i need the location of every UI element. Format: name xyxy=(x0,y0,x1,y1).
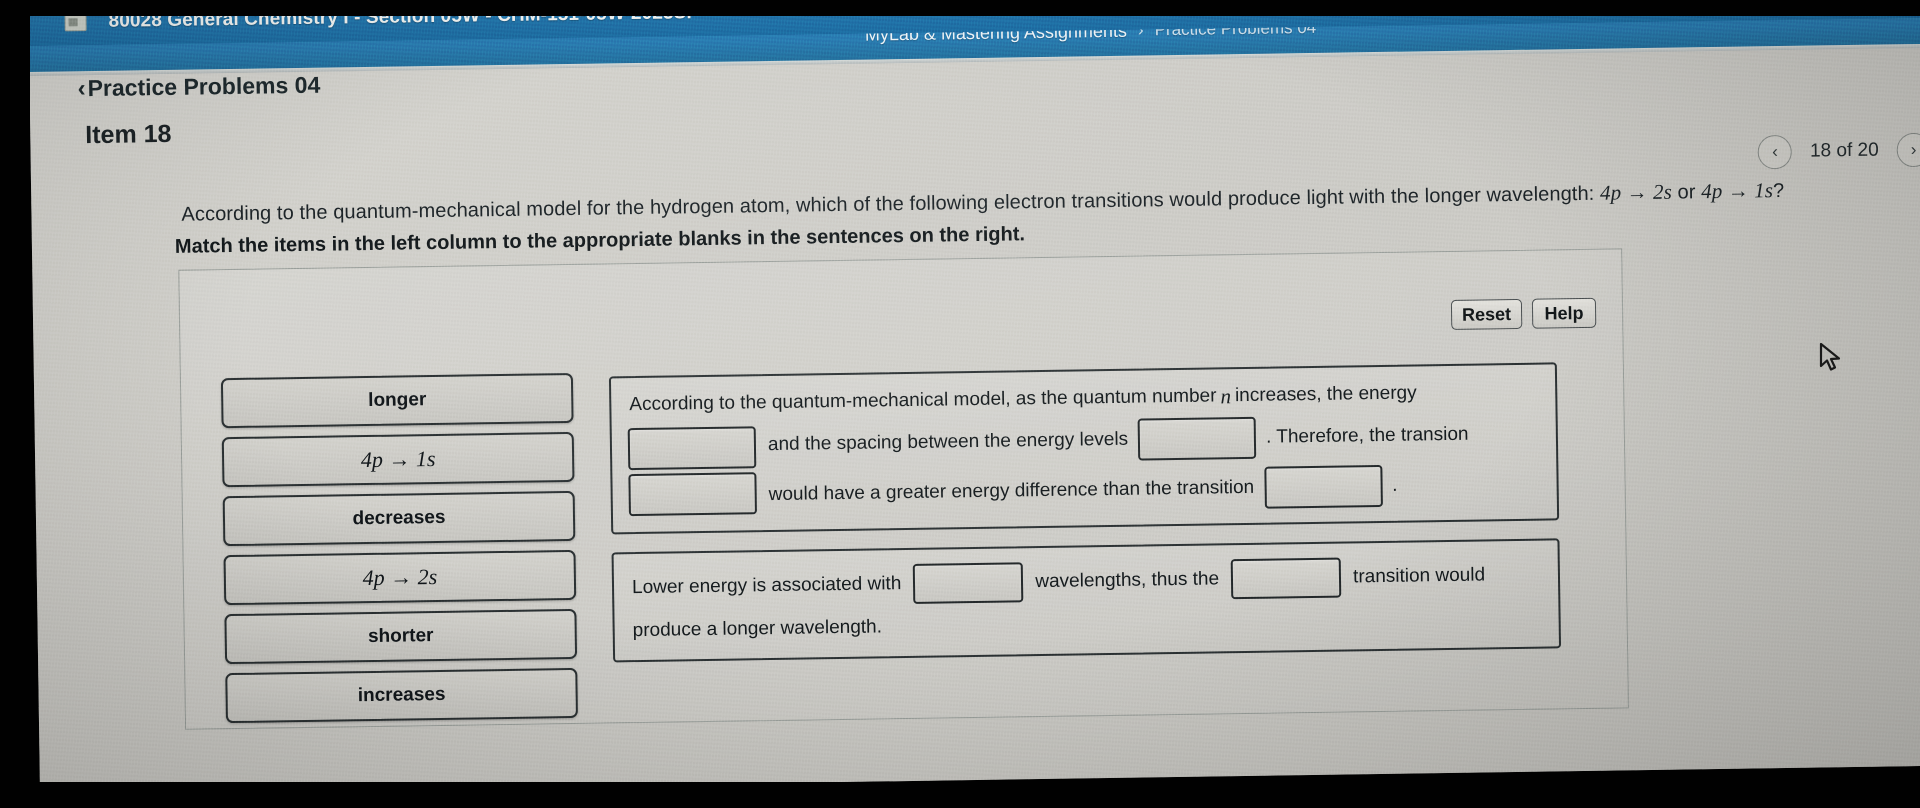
sentence-line: produce a longer wavelength. xyxy=(630,603,1542,647)
sentence-text: and the spacing between the energy level… xyxy=(767,428,1129,456)
drag-item-bank: longer 4p → 1s decreases 4p → 2s shorter… xyxy=(220,372,578,732)
sentence-line: and the spacing between the energy level… xyxy=(627,413,1541,519)
drag-item[interactable]: shorter xyxy=(224,608,578,665)
drag-item[interactable]: 4p → 2s xyxy=(223,549,577,606)
sentence-box-1: According to the quantum-mechanical mode… xyxy=(608,362,1560,535)
help-button[interactable]: Help xyxy=(1531,297,1597,329)
sentence-text: produce a longer wavelength. xyxy=(632,616,883,642)
page-title: Item 18 xyxy=(85,119,172,150)
drag-item[interactable]: longer xyxy=(220,372,574,429)
sentence-panels: According to the quantum-mechanical mode… xyxy=(608,362,1562,680)
question-prompt: According to the quantum-mechanical mode… xyxy=(181,178,1784,227)
transition-b: 4p → 1s xyxy=(1701,178,1774,204)
drop-zone[interactable] xyxy=(1263,464,1383,509)
chevron-left-icon: ‹ xyxy=(77,74,86,102)
sentence-text: According to the quantum-mechanical mode… xyxy=(629,385,1217,416)
sentence-line: Lower energy is associated with waveleng… xyxy=(630,553,1543,611)
back-to-assignment-link[interactable]: ‹ Practice Problems 04 xyxy=(77,72,320,103)
drag-item[interactable]: 4p → 1s xyxy=(221,431,575,488)
question-mark: ? xyxy=(1772,179,1785,203)
item-pager: ‹ 18 of 20 › xyxy=(1757,132,1920,170)
photo-frame: 80028 General Chemistry I - Section 05W … xyxy=(0,0,1920,808)
page-body: ‹ Practice Problems 04 Item 18 ‹ 18 of 2… xyxy=(29,47,1920,794)
exercise-toolbar: Reset Help xyxy=(1450,297,1597,330)
transition-a: 4p → 2s xyxy=(1599,179,1673,205)
sentence-text: . xyxy=(1391,474,1398,496)
stacked-drop-zones xyxy=(627,426,757,517)
question-conjunction: or xyxy=(1671,181,1702,204)
course-logo-icon xyxy=(64,13,87,31)
drop-zone[interactable] xyxy=(1137,416,1257,461)
monitor-screen: 80028 General Chemistry I - Section 05W … xyxy=(28,0,1920,794)
reset-button[interactable]: Reset xyxy=(1450,298,1523,330)
drag-item[interactable]: increases xyxy=(225,667,578,724)
sentence-text: transition would xyxy=(1352,564,1486,588)
sentence-box-2: Lower energy is associated with waveleng… xyxy=(611,538,1562,663)
sentence-line: According to the quantum-mechanical mode… xyxy=(627,377,1539,421)
prev-item-button[interactable]: ‹ xyxy=(1757,134,1793,170)
sentence-text: increases, the energy xyxy=(1234,382,1417,407)
chevron-right-icon: › xyxy=(1910,140,1917,160)
question-prompt-text: According to the quantum-mechanical mode… xyxy=(181,182,1601,226)
quantum-number-variable: n xyxy=(1220,384,1232,409)
item-counter: 18 of 20 xyxy=(1809,139,1879,162)
next-item-button[interactable]: › xyxy=(1896,132,1920,168)
photo-bezel-bottom xyxy=(0,782,1920,808)
exercise-card: Reset Help longer 4p → 1s decreases 4p →… xyxy=(178,248,1629,732)
back-link-label: Practice Problems 04 xyxy=(87,71,321,102)
sentence-subline: would have a greater energy difference t… xyxy=(766,464,1471,516)
photo-bezel-top xyxy=(0,0,1920,16)
sentence-text: Lower energy is associated with xyxy=(631,573,902,599)
sentence-text: would have a greater energy difference t… xyxy=(768,476,1255,506)
sentence-text: wavelengths, thus the xyxy=(1035,568,1220,593)
chevron-left-icon: ‹ xyxy=(1772,142,1779,162)
drop-zone[interactable] xyxy=(627,426,757,471)
sentence-text: . Therefore, the transion xyxy=(1265,423,1469,448)
drop-zone[interactable] xyxy=(628,472,757,517)
match-instruction: Match the items in the left column to th… xyxy=(174,223,1026,258)
drop-zone[interactable] xyxy=(913,562,1024,604)
drop-zone[interactable] xyxy=(1230,557,1342,600)
photo-bezel-left xyxy=(0,0,30,808)
drag-item[interactable]: decreases xyxy=(222,490,576,547)
sentence-subline: and the spacing between the energy level… xyxy=(766,414,1471,466)
